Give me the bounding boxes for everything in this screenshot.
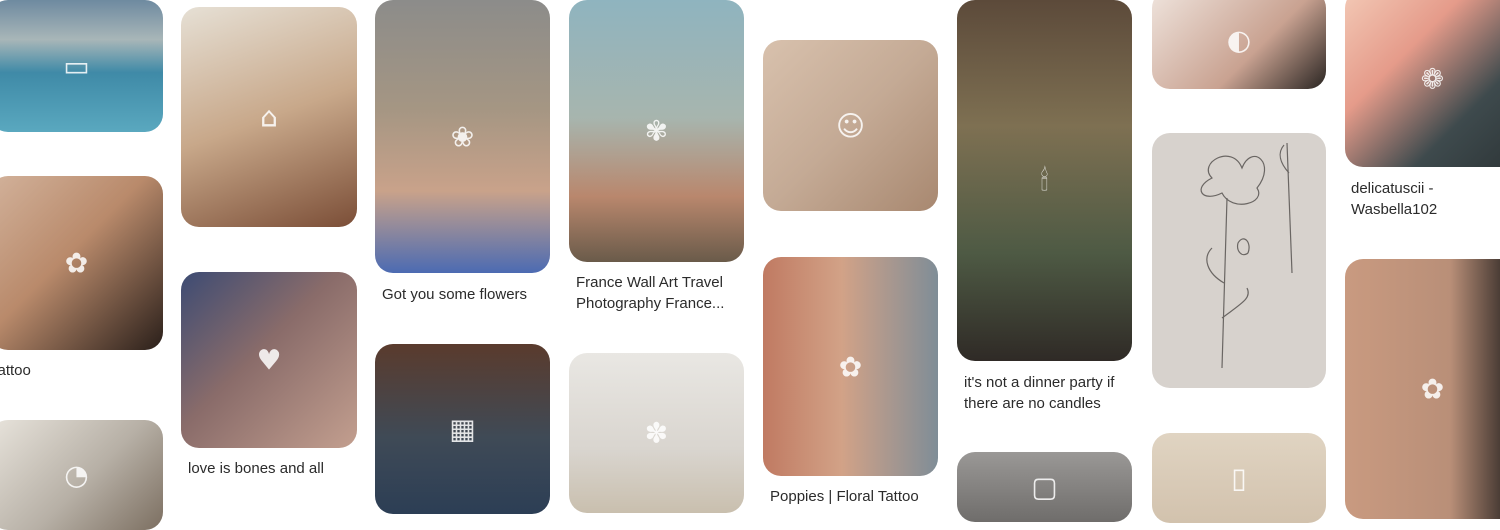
couple-image-icon: ♥ <box>256 343 282 377</box>
pin-caption: delicatuscii - Wasbella102 <box>1351 180 1438 218</box>
peony-image-icon: ❁ <box>1420 62 1445 95</box>
pin-image[interactable]: ▯ <box>1152 433 1326 523</box>
pin-image[interactable]: ✿ <box>1345 259 1500 519</box>
sketch-image-icon <box>1200 142 1293 369</box>
pin-image[interactable]: ♥ <box>181 272 357 448</box>
pin-image[interactable]: ✽ <box>569 353 744 513</box>
pin-image[interactable]: ✾ <box>569 0 744 262</box>
pin-image[interactable]: ⌂ <box>181 7 357 227</box>
tattoo-image-icon: ✿ <box>64 246 89 280</box>
pin-caption: it's not a dinner party if there are no … <box>964 374 1115 412</box>
pin-image[interactable]: ✿ <box>0 176 163 350</box>
poppy-tattoo-image-icon: ✿ <box>1420 372 1445 406</box>
street-image-icon: ▦ <box>449 412 476 446</box>
pin-image[interactable]: ▭ <box>0 0 163 132</box>
book-image-icon: ▭ <box>63 49 90 83</box>
pin-image[interactable] <box>1152 133 1326 388</box>
neck-image-icon: ◐ <box>1226 23 1252 56</box>
flower-image-icon: ❀ <box>450 120 475 153</box>
pin-caption: love is bones and all <box>188 460 324 477</box>
pin-image[interactable]: ▦ <box>375 344 550 514</box>
room-image-icon: ⌂ <box>260 100 278 134</box>
pin-image[interactable]: ▢ <box>957 452 1132 522</box>
cat-image-icon: ◔ <box>64 458 89 492</box>
daisy-bag-image-icon: ✽ <box>644 416 669 450</box>
pin-caption: France Wall Art Travel Photography Franc… <box>576 274 725 312</box>
face-image-icon: ☺ <box>835 109 866 142</box>
candles-image-icon: 🕯 <box>1040 163 1049 197</box>
pin-image[interactable]: ✿ <box>763 257 938 476</box>
room-dark-image-icon: ▢ <box>1031 470 1058 504</box>
pin-caption: Poppies | Floral Tattoo <box>770 488 919 505</box>
pin-caption: Got you some flowers <box>382 286 528 303</box>
door-flowers-image-icon: ✾ <box>644 114 669 148</box>
pin-caption: Tattoo <box>0 362 31 379</box>
pin-image[interactable]: ◐ <box>1152 0 1326 89</box>
pin-image[interactable]: ☺ <box>763 40 938 211</box>
pin-image[interactable]: ◔ <box>0 420 163 530</box>
pin-image[interactable]: 🕯 <box>957 0 1132 361</box>
door-image-icon: ▯ <box>1231 461 1247 495</box>
pin-image[interactable]: ❁ <box>1345 0 1500 167</box>
arm-tattoo-image-icon: ✿ <box>838 350 863 383</box>
pin-image[interactable]: ❀ <box>375 0 550 273</box>
